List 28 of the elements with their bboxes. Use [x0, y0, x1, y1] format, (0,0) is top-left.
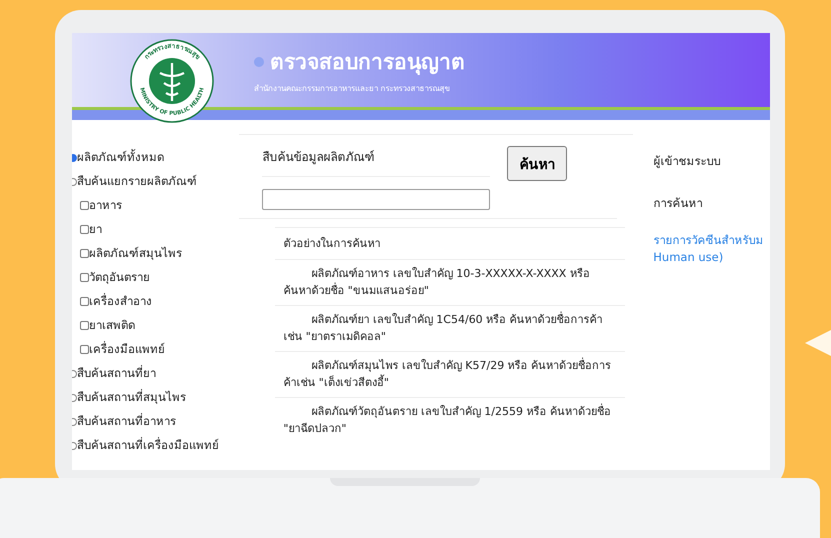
checkbox-option[interactable]: อาหาร	[72, 197, 240, 214]
page-subtitle: สำนักงานคณะกรรมการอาหารและยา กระทรวงสาธารณสุข	[254, 83, 451, 95]
checkbox-option[interactable]: ยาเสพติด	[72, 317, 240, 334]
bullet-icon	[254, 56, 264, 66]
examples-heading: ตัวอย่างในการค้นหา	[282, 236, 382, 252]
radio-option[interactable]: สืบค้นแยกรายผลิตภัณฑ์	[72, 173, 240, 190]
page-title: ตรวจสอบการอนุญาต	[270, 49, 465, 77]
search-field[interactable]	[262, 189, 490, 210]
searches-label: การค้นหา	[653, 195, 704, 212]
triangle-shape	[805, 330, 831, 356]
example-text: ผลิตภัณฑ์อาหาร เลขใบสำคัญ 10-3-XXXXX-X-XXXX หรือ ค้นหาด้วยชื่อ "ขนมแสนอร่อย"	[275, 259, 626, 305]
radio-option[interactable]: สืบค้นสถานที่ยา	[72, 365, 240, 382]
vaccine-list-link[interactable]: รายการวัคซีนสำหรับม Human use)	[653, 232, 770, 266]
checkbox-option[interactable]: เครื่องสำอาง	[72, 293, 240, 310]
radio-option[interactable]: ผลิตภัณฑ์ทั้งหมด	[72, 149, 240, 166]
example-text: ผลิตภัณฑ์วัตถุอันตราย เลขใบสำคัญ 1/2559 หรือ ค้นหาด้วยชื่อ "ยาฉีดปลวก"	[275, 397, 626, 443]
checkbox-option[interactable]: ยา	[72, 221, 240, 238]
checkbox-option[interactable]: วัตถุอันตราย	[72, 269, 240, 286]
search-button[interactable]: ค้นหา	[507, 146, 568, 181]
example-text: ผลิตภัณฑ์สมุนไพร เลขใบสำคัญ K57/29 หรือ ค้นหาด้วยชื่อการค้าเช่น "เต็งเข่วสีตงอี้"	[275, 351, 626, 397]
checkbox-option[interactable]: เครื่องมือแพทย์	[72, 341, 240, 358]
radio-option[interactable]: สืบค้นสถานที่อาหาร	[72, 413, 240, 430]
radio-option[interactable]: สืบค้นสถานที่สมุนไพร	[72, 389, 240, 406]
example-text: ผลิตภัณฑ์ยา เลขใบสำคัญ 1C54/60 หรือ ค้นหาด้วยชื่อการค้าเช่น "ยาตราเมดิคอล"	[275, 305, 626, 351]
checkbox-option[interactable]: ผลิตภัณฑ์สมุนไพร	[72, 245, 240, 262]
search-heading: สืบค้นข้อมูลผลิตภัณฑ์	[262, 143, 490, 177]
visitors-label: ผู้เข้าชมระบบ	[653, 153, 722, 170]
radio-option[interactable]: สืบค้นสถานที่เครื่องมือแพทย์	[72, 437, 240, 454]
